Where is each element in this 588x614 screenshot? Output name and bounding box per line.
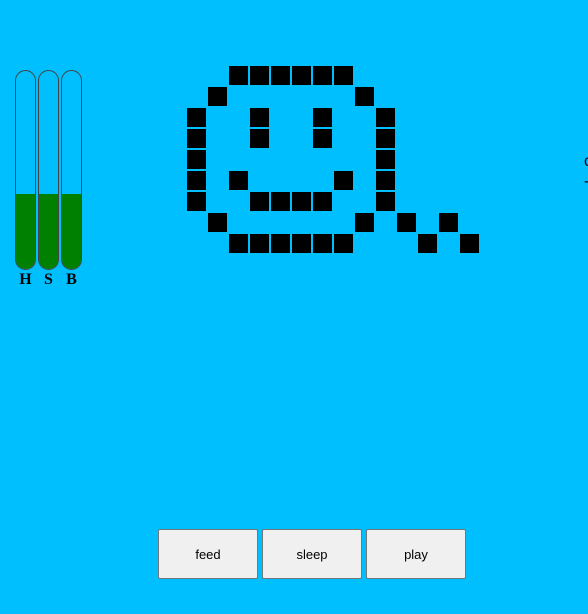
pet-pixel — [334, 171, 353, 190]
feed-button[interactable]: feed — [158, 529, 258, 579]
pixel-pet — [0, 0, 588, 300]
pet-pixel — [208, 213, 227, 232]
pet-pixel — [229, 171, 248, 190]
pet-pixel — [271, 234, 290, 253]
pet-pixel — [208, 87, 227, 106]
pet-pixel — [397, 213, 416, 232]
pet-pixel — [250, 108, 269, 127]
pet-pixel — [376, 150, 395, 169]
pet-pixel — [376, 171, 395, 190]
pet-pixel — [418, 234, 437, 253]
pet-pixel — [229, 234, 248, 253]
pet-pixel — [187, 108, 206, 127]
offscreen-text-value: c - — [584, 153, 588, 190]
pet-pixel — [334, 66, 353, 85]
sleep-button[interactable]: sleep — [262, 529, 362, 579]
action-buttons: feed sleep play — [158, 529, 478, 579]
pet-pixel — [187, 150, 206, 169]
pet-pixel — [313, 66, 332, 85]
pet-pixel — [250, 129, 269, 148]
offscreen-text: c - — [584, 152, 588, 202]
pet-pixel — [376, 129, 395, 148]
pet-pixel — [355, 213, 374, 232]
pet-pixel — [250, 66, 269, 85]
pet-pixel — [187, 171, 206, 190]
pet-pixel — [271, 66, 290, 85]
pet-pixel — [250, 234, 269, 253]
pet-pixel — [313, 192, 332, 211]
pet-pixel — [292, 234, 311, 253]
pet-pixel — [313, 129, 332, 148]
pet-pixel — [439, 213, 458, 232]
pet-pixel — [376, 108, 395, 127]
pet-pixel — [229, 66, 248, 85]
pet-pixel — [355, 87, 374, 106]
pet-pixel — [313, 108, 332, 127]
pet-pixel — [187, 129, 206, 148]
pet-pixel — [292, 66, 311, 85]
pet-pixel — [376, 192, 395, 211]
pet-pixel — [271, 192, 290, 211]
play-button[interactable]: play — [366, 529, 466, 579]
pet-pixel — [313, 234, 332, 253]
pet-pixel — [292, 192, 311, 211]
pet-pixel — [187, 192, 206, 211]
pet-pixel — [460, 234, 479, 253]
pet-pixel — [334, 234, 353, 253]
pet-pixel — [250, 192, 269, 211]
